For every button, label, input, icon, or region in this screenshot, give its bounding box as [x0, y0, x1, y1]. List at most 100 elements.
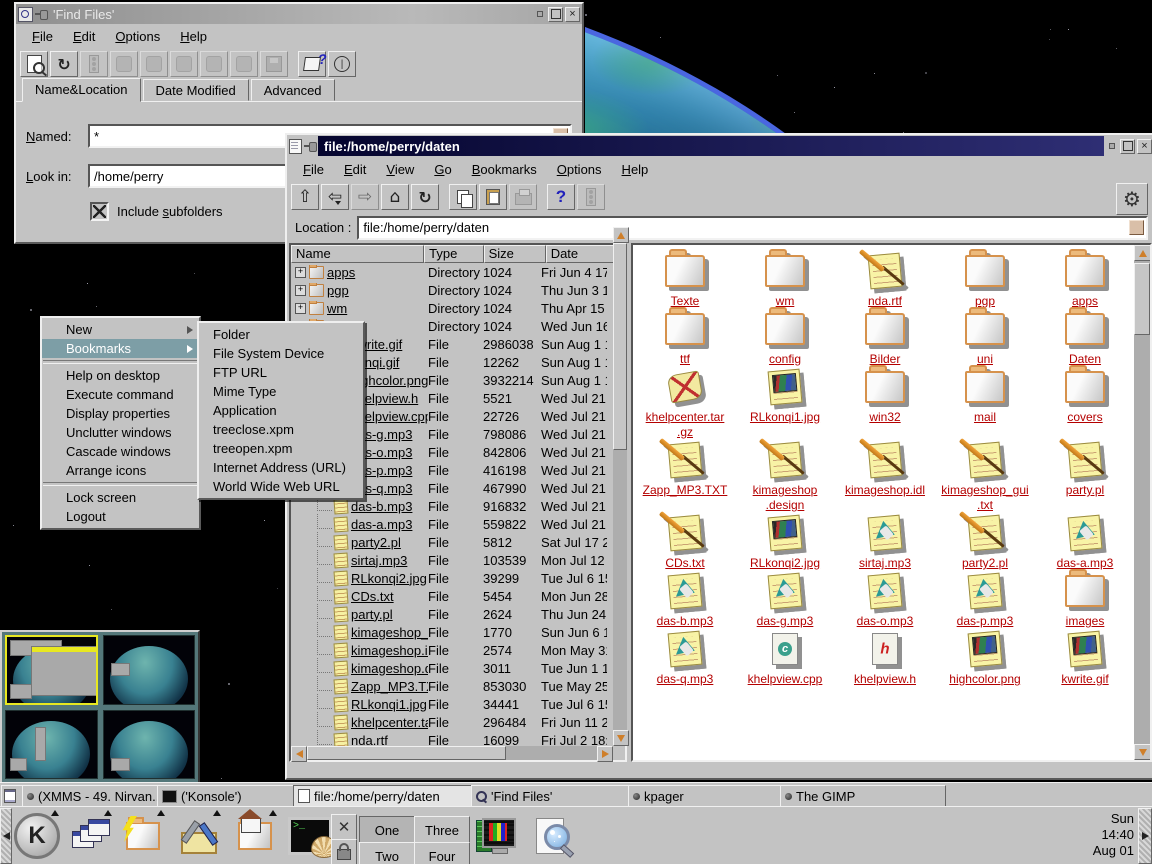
icon-view-item[interactable]: kimageshop.idl: [835, 440, 935, 513]
icon-label[interactable]: das-o.mp3: [857, 614, 914, 629]
context-menu-item-new[interactable]: New: [42, 320, 199, 339]
find-files-menu-edit[interactable]: Edit: [63, 26, 105, 47]
save-icon[interactable]: [260, 51, 288, 77]
submenu-item-internet-address-url-[interactable]: Internet Address (URL): [199, 458, 363, 477]
file-name-link[interactable]: sirtaj.mp3: [351, 553, 407, 568]
scrollbar-thumb[interactable]: [613, 243, 627, 450]
icon-view-item[interactable]: covers: [1035, 367, 1135, 440]
table-row[interactable]: RLkonqi2.jpgFile39299Tue Jul 6 15:: [291, 569, 625, 587]
icon-view-item[interactable]: ttf: [635, 309, 735, 367]
icon-view-item[interactable]: das-b.mp3: [635, 571, 735, 629]
file-name-link[interactable]: party.pl: [351, 607, 393, 622]
icon-label[interactable]: kimageshop_gui .txt: [941, 483, 1028, 513]
scrollbar-thumb[interactable]: [307, 746, 506, 760]
panel-clock[interactable]: Sun14:40Aug 01: [1093, 811, 1134, 859]
icon-label[interactable]: highcolor.png: [949, 672, 1020, 687]
table-row[interactable]: sirtaj.mp3File103539Mon Jul 12 16: [291, 551, 625, 569]
icon-label[interactable]: khelpview.h: [854, 672, 916, 687]
stop-icon[interactable]: [577, 184, 605, 210]
submenu-item-world-wide-web-url[interactable]: World Wide Web URL: [199, 477, 363, 496]
submenu-item-ftp-url[interactable]: FTP URL: [199, 363, 363, 382]
pager-window-thumb[interactable]: [111, 758, 130, 771]
icon-label[interactable]: RLkonqi1.jpg: [750, 410, 820, 425]
location-input[interactable]: file:/home/perry/daten: [357, 216, 1148, 240]
help-icon[interactable]: ?: [547, 184, 575, 210]
pager-window-thumb[interactable]: [35, 727, 46, 761]
file-name-link[interactable]: Zapp_MP3.TXT: [351, 679, 428, 694]
expander-icon[interactable]: +: [295, 267, 306, 278]
find-files-menu-file[interactable]: File: [22, 26, 63, 47]
icon-label[interactable]: config: [769, 352, 801, 367]
display-settings-icon[interactable]: [472, 812, 520, 860]
file-name-link[interactable]: wm: [327, 301, 347, 316]
icon-view-item[interactable]: das-p.mp3: [935, 571, 1035, 629]
desktop-button-four[interactable]: Four: [414, 842, 470, 864]
pager-desktop-4[interactable]: [103, 710, 196, 780]
context-menu-item-logout[interactable]: Logout: [42, 507, 199, 526]
icon-view-item[interactable]: Daten: [1035, 309, 1135, 367]
tab-date-modified[interactable]: Date Modified: [143, 79, 249, 101]
submenu-item-application[interactable]: Application: [199, 401, 363, 420]
file-manager-titlebar[interactable]: file:/home/perry/daten ×: [287, 135, 1152, 157]
icon-label[interactable]: Zapp_MP3.TXT: [643, 483, 728, 498]
icon-label[interactable]: ttf: [680, 352, 690, 367]
icon-view-item[interactable]: Texte: [635, 251, 735, 309]
taskbar-item-4[interactable]: 'Find Files': [471, 785, 637, 807]
tab-advanced[interactable]: Advanced: [251, 79, 335, 101]
taskbar-item-1[interactable]: (XMMS - 49. Nirvan...: [22, 785, 166, 807]
icon-label[interactable]: win32: [869, 410, 900, 425]
file-manager-menu-help[interactable]: Help: [612, 159, 659, 180]
icon-view-item[interactable]: highcolor.png: [935, 629, 1035, 687]
icon-view-item[interactable]: nda.rtf: [835, 251, 935, 309]
info-icon[interactable]: |: [328, 51, 356, 77]
icon-view-item[interactable]: kwrite.gif: [1035, 629, 1135, 687]
icon-view-item[interactable]: Bilder: [835, 309, 935, 367]
desktop-button-three[interactable]: Three: [414, 816, 470, 844]
icon-view-item[interactable]: das-a.mp3: [1035, 513, 1135, 571]
icon-label[interactable]: khelpview.cpp: [748, 672, 823, 687]
icon-view-item[interactable]: khelpview.h: [835, 629, 935, 687]
icon-label[interactable]: RLkonqi2.jpg: [750, 556, 820, 571]
table-row[interactable]: RLkonqi1.jpgFile34441Tue Jul 6 15:: [291, 695, 625, 713]
expander-icon[interactable]: +: [295, 303, 306, 314]
window-list-icon[interactable]: [66, 812, 114, 860]
icon-view-item[interactable]: sirtaj.mp3: [835, 513, 935, 571]
context-menu-item-execute-command[interactable]: Execute command: [42, 385, 199, 404]
home-icon[interactable]: [231, 812, 279, 860]
icon-label[interactable]: covers: [1067, 410, 1102, 425]
icon-view-item[interactable]: das-q.mp3: [635, 629, 735, 687]
submenu-item-folder[interactable]: Folder: [199, 325, 363, 344]
print-icon[interactable]: [509, 184, 537, 210]
reload-icon[interactable]: ↻: [411, 184, 439, 210]
table-row[interactable]: khelpcenter.tar.gzFile296484Fri Jun 11 2…: [291, 713, 625, 731]
table-row[interactable]: party.plFile2624Thu Jun 24 01: [291, 605, 625, 623]
icon-view-item[interactable]: Zapp_MP3.TXT: [635, 440, 735, 513]
taskbar-item-6[interactable]: The GIMP: [780, 785, 946, 807]
context-menu-item-display-properties[interactable]: Display properties: [42, 404, 199, 423]
submenu-item-treeopen-xpm[interactable]: treeopen.xpm: [199, 439, 363, 458]
icon-view-item[interactable]: config: [735, 309, 835, 367]
sticky-pin-icon[interactable]: [304, 140, 316, 152]
table-row[interactable]: +wmDirectory1024Thu Apr 15 17: [291, 299, 625, 317]
tree-horizontal-scrollbar[interactable]: [291, 746, 613, 760]
context-menu-item-cascade-windows[interactable]: Cascade windows: [42, 442, 199, 461]
include-subfolders-checkbox[interactable]: [90, 202, 109, 221]
location-combo-button[interactable]: [1129, 220, 1144, 235]
file-name-link[interactable]: das-b.mp3: [351, 499, 412, 514]
k-menu-icon[interactable]: K: [13, 812, 61, 860]
kde-gear-icon[interactable]: ⚙: [1116, 183, 1148, 215]
pager-desktop-1[interactable]: [5, 635, 98, 705]
icon-view-item[interactable]: images: [1035, 571, 1135, 629]
submenu-item-treeclose-xpm[interactable]: treeclose.xpm: [199, 420, 363, 439]
help-book-icon[interactable]: [298, 51, 326, 77]
icon-view-item[interactable]: kimageshop_gui .txt: [935, 440, 1035, 513]
konsole-shell-icon[interactable]: [286, 812, 334, 860]
open-icon[interactable]: [110, 51, 138, 77]
desktop-button-two[interactable]: Two: [359, 842, 415, 864]
column-header-type[interactable]: Type: [424, 245, 483, 263]
file-name-link[interactable]: kimageshop.idl: [351, 643, 428, 658]
find-files-menu-options[interactable]: Options: [105, 26, 170, 47]
table-row[interactable]: +appsDirectory1024Fri Jun 4 17:2: [291, 263, 625, 281]
icon-view-pane[interactable]: Textewmnda.rtfpgpappsttfconfigBilderuniD…: [631, 243, 1152, 762]
tree-vertical-scrollbar[interactable]: [613, 227, 627, 746]
